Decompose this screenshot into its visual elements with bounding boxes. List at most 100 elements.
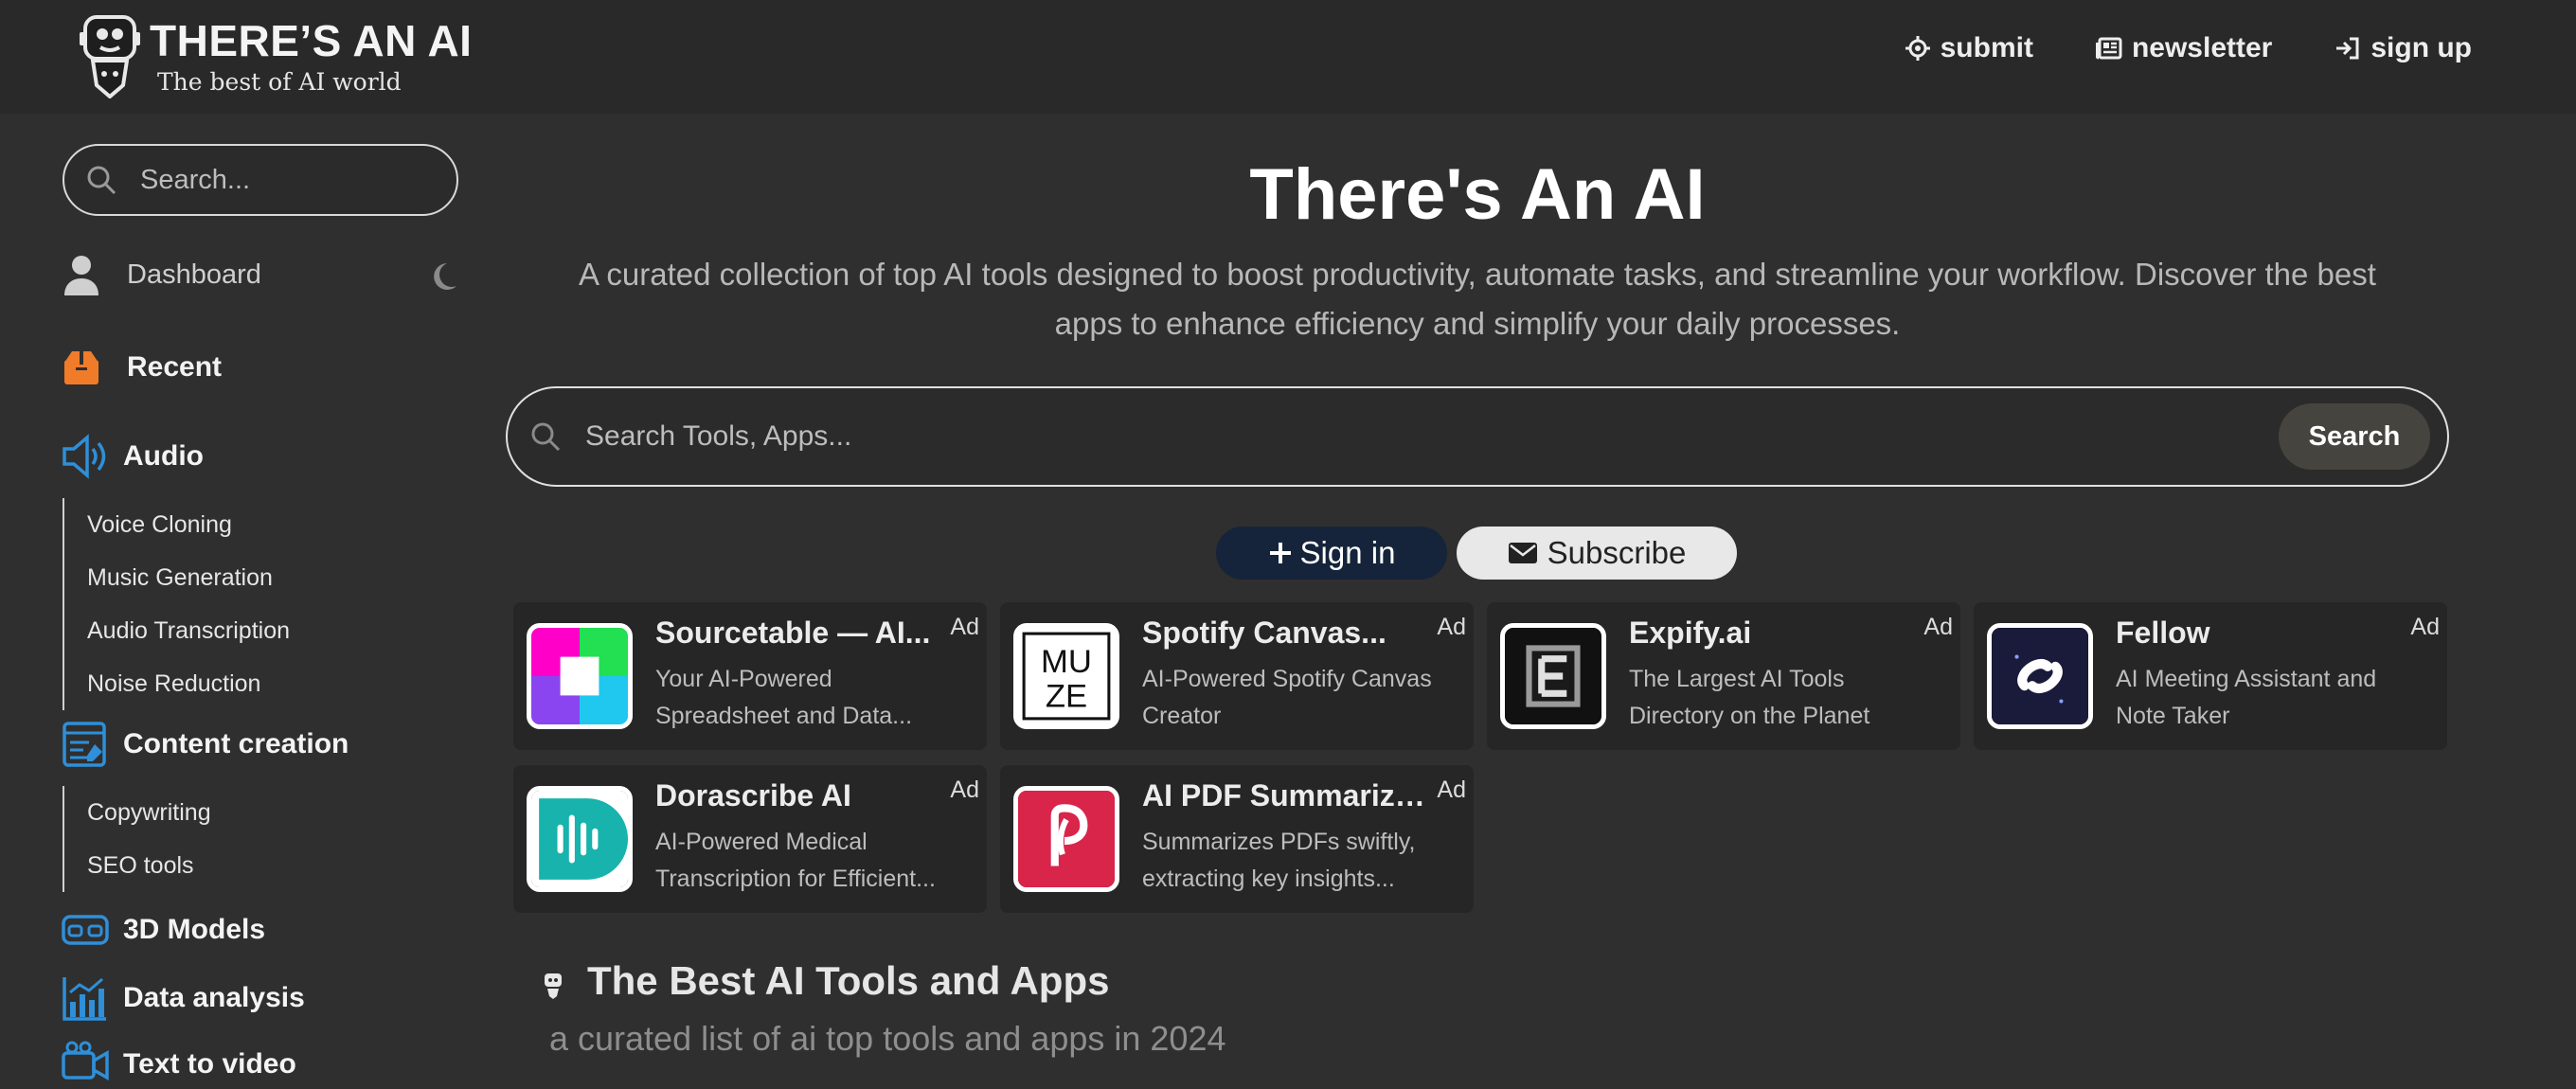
newspaper-icon bbox=[2095, 37, 2122, 60]
search-button[interactable]: Search bbox=[2279, 403, 2430, 470]
ad-card-title: AI PDF Summarizer... bbox=[1142, 778, 1436, 812]
pdf-summarizer-logo-icon bbox=[1013, 786, 1119, 892]
subscribe-label: Subscribe bbox=[1547, 535, 1687, 570]
ad-card-title: Expify.ai bbox=[1629, 616, 1752, 650]
hero-description-line2: apps to enhance efficiency and simplify … bbox=[1054, 306, 1901, 341]
top-nav-links: submit newsletter sign up bbox=[1905, 32, 2472, 64]
ad-card[interactable]: Expify.ai Ad The Largest AI Tools Directo… bbox=[1487, 602, 1960, 750]
ad-card-desc-line1: Your AI-Powered bbox=[655, 666, 832, 692]
sourcetable-logo-icon bbox=[527, 623, 633, 729]
ad-card-desc-line2: Directory on the Planet bbox=[1629, 703, 1870, 729]
sidebar-item-seo-tools[interactable]: SEO tools bbox=[87, 839, 211, 892]
ad-badge: Ad bbox=[950, 614, 979, 640]
section-title: The Best AI Tools and Apps bbox=[587, 958, 1110, 1003]
tools-search-placeholder: Search Tools, Apps... bbox=[585, 420, 852, 452]
ad-card[interactable]: Dorascribe AI Ad AI-Powered Medical Trans… bbox=[513, 765, 987, 913]
sidebar-category-data-analysis[interactable]: Data analysis bbox=[61, 973, 305, 1023]
sign-in-label: Sign in bbox=[1299, 535, 1396, 570]
newsletter-label: newsletter bbox=[2131, 32, 2273, 63]
ad-card-desc-line1: The Largest AI Tools bbox=[1629, 666, 1845, 692]
newsletter-link[interactable]: newsletter bbox=[2095, 32, 2273, 64]
sidebar: Search... Dashboard Recent Audio Voice C… bbox=[0, 114, 474, 1081]
sidebar-item-audio-transcription[interactable]: Audio Transcription bbox=[87, 604, 290, 657]
ad-badge: Ad bbox=[1437, 614, 1466, 640]
hero-description-line1: A curated collection of top AI tools des… bbox=[579, 257, 2376, 292]
ad-badge: Ad bbox=[1923, 614, 1953, 640]
sidebar-item-recent[interactable]: Recent bbox=[63, 348, 222, 386]
ad-card[interactable]: AI PDF Summarizer... Ad Summarizes PDFs … bbox=[1000, 765, 1474, 913]
recent-label: Recent bbox=[127, 351, 223, 383]
content-creation-subcategories: Copywriting SEO tools bbox=[63, 786, 211, 892]
ad-card-desc-line1: AI-Powered Medical bbox=[655, 829, 868, 855]
ad-badge: Ad bbox=[1437, 777, 1466, 803]
subscribe-button[interactable]: Subscribe bbox=[1457, 527, 1737, 580]
submit-link[interactable]: submit bbox=[1905, 32, 2033, 64]
sidebar-search-placeholder: Search... bbox=[140, 164, 251, 195]
hero-description: A curated collection of top AI tools des… bbox=[511, 250, 2443, 348]
ad-card-desc-line2: extracting key insights... bbox=[1142, 866, 1395, 892]
muze-logo-text2: ZE bbox=[1046, 679, 1087, 715]
site-logo[interactable]: THERE’S AN AI The best of AI world bbox=[80, 13, 472, 98]
sidebar-category-3d-models[interactable]: 3D Models bbox=[61, 905, 265, 955]
ad-card-desc-line2: Transcription for Efficient... bbox=[655, 866, 936, 892]
sign-up-label: sign up bbox=[2370, 32, 2472, 63]
ad-card[interactable]: Fellow Ad AI Meeting Assistant and Note T… bbox=[1974, 602, 2447, 750]
search-icon bbox=[531, 422, 561, 452]
ad-card-desc-line1: Summarizes PDFs swiftly, bbox=[1142, 829, 1416, 855]
muze-logo-text1: MU bbox=[1041, 644, 1092, 680]
ad-card-title: Spotify Canvas... bbox=[1142, 616, 1386, 650]
box-icon bbox=[64, 351, 98, 384]
search-icon bbox=[87, 166, 116, 195]
user-icon bbox=[64, 256, 98, 295]
auth-buttons: Sign in Subscribe bbox=[1216, 527, 1737, 580]
ad-card-desc-line2: Spreadsheet and Data... bbox=[655, 703, 913, 729]
sidebar-item-voice-cloning[interactable]: Voice Cloning bbox=[87, 498, 290, 551]
sidebar-item-music-generation[interactable]: Music Generation bbox=[87, 551, 290, 604]
sign-in-button[interactable]: Sign in bbox=[1216, 527, 1447, 580]
ad-card-title: Dorascribe AI bbox=[655, 778, 851, 812]
sidebar-category-audio[interactable]: Audio bbox=[61, 432, 204, 481]
ad-card[interactable]: Sourcetable — AI... Ad Your AI-Powered Sp… bbox=[513, 602, 987, 750]
top-navbar: THERE’S AN AI The best of AI world submi… bbox=[0, 0, 2576, 114]
audio-subcategories: Voice Cloning Music Generation Audio Tra… bbox=[63, 498, 290, 710]
crosshair-icon bbox=[1905, 36, 1930, 61]
tools-search-input[interactable]: Search Tools, Apps... Search bbox=[506, 386, 2449, 487]
muze-logo-icon: MU ZE bbox=[1013, 623, 1119, 729]
3d-models-label: 3D Models bbox=[123, 914, 266, 945]
sidebar-item-copywriting[interactable]: Copywriting bbox=[87, 786, 211, 839]
sidebar-category-text-to-video[interactable]: Text to video bbox=[61, 1040, 296, 1089]
sidebar-category-content-creation[interactable]: Content creation bbox=[61, 720, 349, 769]
content-creation-label: Content creation bbox=[123, 728, 349, 759]
ad-card-desc-line1: AI-Powered Spotify Canvas bbox=[1142, 666, 1432, 692]
dashboard-label: Dashboard bbox=[127, 259, 261, 290]
brand-title: THERE’S AN AI bbox=[150, 16, 473, 65]
audio-label: Audio bbox=[123, 440, 204, 472]
sign-up-link[interactable]: sign up bbox=[2334, 32, 2472, 64]
vr-headset-icon bbox=[62, 915, 109, 945]
ad-card-title: Fellow bbox=[2116, 616, 2210, 650]
audio-icon bbox=[63, 434, 106, 479]
chart-icon bbox=[63, 977, 106, 1021]
ad-badge: Ad bbox=[2410, 614, 2440, 640]
ad-card-title: Sourcetable — AI... bbox=[655, 616, 931, 650]
ad-card-desc-line2: Note Taker bbox=[2116, 703, 2230, 729]
content-creation-icon bbox=[63, 722, 106, 767]
moon-icon[interactable] bbox=[426, 259, 460, 294]
page-title: There's An AI bbox=[1249, 154, 1706, 235]
sidebar-search-input[interactable]: Search... bbox=[63, 144, 458, 216]
brand-tagline: The best of AI world bbox=[157, 68, 402, 96]
ad-card-desc-line1: AI Meeting Assistant and bbox=[2116, 666, 2377, 692]
envelope-icon bbox=[1508, 543, 1537, 563]
ad-card-desc-line2: Creator bbox=[1142, 703, 1222, 729]
robot-small-icon bbox=[545, 973, 562, 999]
robot-logo-icon bbox=[80, 15, 140, 98]
dorascribe-logo-icon bbox=[527, 786, 633, 892]
sidebar-item-dashboard[interactable]: Dashboard bbox=[63, 254, 460, 295]
data-analysis-label: Data analysis bbox=[123, 982, 305, 1013]
submit-label: submit bbox=[1940, 32, 2033, 63]
video-icon bbox=[62, 1041, 109, 1081]
sidebar-item-noise-reduction[interactable]: Noise Reduction bbox=[87, 657, 290, 710]
sign-in-icon bbox=[2336, 37, 2359, 60]
ad-card[interactable]: MU ZE Spotify Canvas... Ad AI-Powered Sp… bbox=[1000, 602, 1474, 750]
fellow-logo-icon bbox=[1987, 623, 2093, 729]
